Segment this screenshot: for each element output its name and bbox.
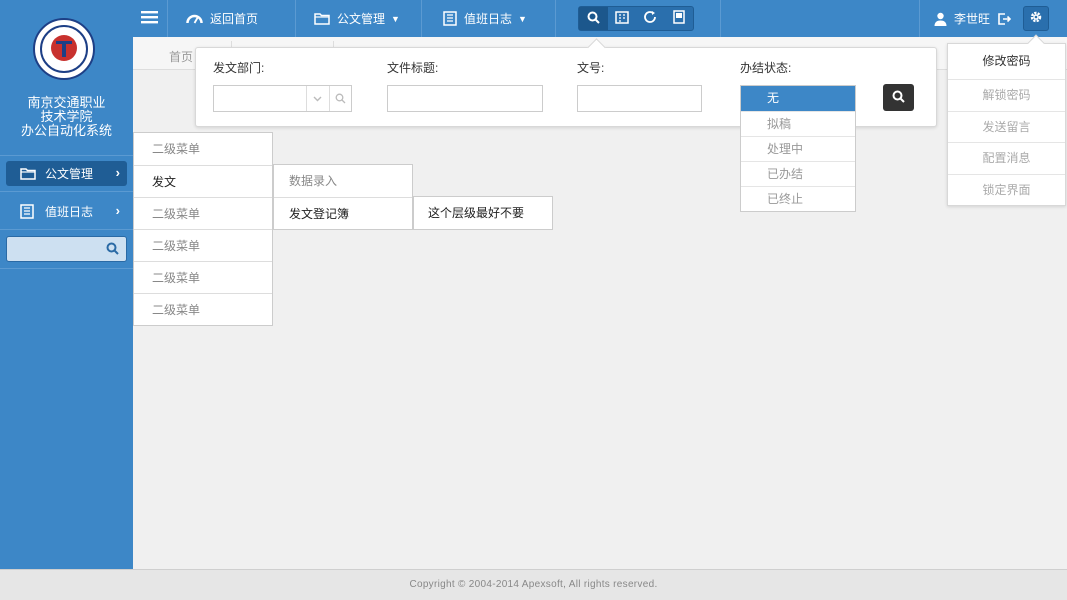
search-button[interactable] [883,84,914,111]
hamburger-icon [141,10,158,27]
menu-toggle-button[interactable] [141,0,158,37]
sidebar: 南京交通职业 技术学院 办公自动化系统 公文管理 › 值班日志 › [0,0,133,569]
top-navbar: 返回首页 公文管理 ▼ 值班日志 ▼ 李世旺 [133,0,1067,37]
gear-icon [1029,10,1043,27]
chevron-right-icon: › [115,165,120,180]
user-name: 李世旺 [954,12,991,26]
menu-item[interactable]: 这个层级最好不要 [414,197,552,229]
home-label: 返回首页 [210,12,259,26]
search-toggle-button[interactable] [579,7,608,30]
school-name-line-1: 南京交通职业 [27,95,106,110]
form-button[interactable] [608,7,637,30]
menu-item[interactable]: 二级菜单 [134,133,272,165]
chevron-down-icon[interactable] [306,86,328,111]
chevron-right-icon: › [115,203,120,218]
doc-management-label: 公文管理 [337,12,386,26]
home-link[interactable]: 返回首页 [186,0,258,37]
submenu-level-2: 数据录入 发文登记簿 [273,164,413,230]
lock-screen-item[interactable]: 锁定界面 [948,173,1065,206]
divider [720,0,721,37]
status-option[interactable]: 已办结 [741,161,855,186]
status-option[interactable]: 处理中 [741,136,855,161]
caret-down-icon: ▼ [391,13,400,24]
dept-label: 发文部门: [213,61,265,75]
menu-item[interactable]: 二级菜单 [134,197,272,229]
refresh-button[interactable] [636,7,665,30]
status-label: 办结状态: [740,61,792,75]
search-icon[interactable] [329,86,351,111]
form-icon [615,10,629,27]
title-label: 文件标题: [387,61,439,75]
docno-label: 文号: [577,61,605,75]
sidebar-item-label: 值班日志 [45,205,94,219]
status-dropdown: 无 拟稿 处理中 已办结 已终止 [740,85,856,212]
status-option[interactable]: 已终止 [741,186,855,211]
duty-log-label: 值班日志 [464,12,513,26]
system-title: 南京交通职业 技术学院 办公自动化系统 [0,96,133,138]
sidebar-item-duty-log[interactable]: 值班日志 › [6,199,127,224]
menu-item-register[interactable]: 发文登记簿 [274,197,412,229]
unlock-password-item[interactable]: 解锁密码 [948,79,1065,111]
divider [0,191,133,192]
status-option[interactable]: 拟稿 [741,111,855,136]
settings-button[interactable] [1023,6,1049,31]
dept-select[interactable] [213,85,352,112]
folder-icon [20,167,38,180]
status-option[interactable]: 无 [741,86,855,111]
divider [421,0,422,37]
school-emblem-icon [33,18,95,80]
submenu-level-3: 这个层级最好不要 [413,196,553,230]
system-name-line: 办公自动化系统 [20,123,112,138]
menu-item[interactable]: 二级菜单 [134,293,272,325]
doc-management-menu[interactable]: 公文管理 ▼ [314,0,400,37]
search-icon[interactable] [106,242,119,258]
user-menu[interactable]: 李世旺 [934,0,1012,37]
copyright-text: Copyright © 2004-2014 Apexsoft, All righ… [409,579,658,590]
archive-button[interactable] [665,7,694,30]
config-message-item[interactable]: 配置消息 [948,142,1065,174]
sidebar-item-label: 公文管理 [45,167,94,181]
search-icon [587,11,600,27]
change-password-item[interactable]: 修改密码 [948,44,1065,79]
caret-down-icon: ▼ [518,13,527,24]
user-icon [934,12,947,26]
search-icon [892,90,905,106]
divider [295,0,296,37]
send-message-item[interactable]: 发送留言 [948,110,1065,143]
title-input[interactable] [387,85,543,112]
docno-input[interactable] [577,85,702,112]
book-icon [443,11,457,26]
toolbar-button-group [578,6,694,31]
breadcrumb-home-link[interactable]: 首页 [169,48,193,65]
archive-icon [672,10,686,27]
sidebar-search-input[interactable] [6,236,127,262]
logout-icon[interactable] [998,12,1012,25]
divider [0,155,133,156]
menu-item[interactable]: 二级菜单 [134,261,272,293]
dashboard-icon [186,12,203,25]
folder-icon [314,12,330,25]
submenu-level-1: 二级菜单 发文 二级菜单 二级菜单 二级菜单 二级菜单 [133,132,273,326]
footer: Copyright © 2004-2014 Apexsoft, All righ… [0,569,1067,600]
school-name-line-2: 技术学院 [40,109,93,124]
menu-item-send-doc[interactable]: 发文 [134,165,272,197]
divider [919,0,920,37]
divider [0,229,133,230]
settings-menu: 修改密码 解锁密码 发送留言 配置消息 锁定界面 [947,43,1066,207]
divider [167,0,168,37]
book-icon [20,204,38,219]
divider [0,268,133,269]
refresh-icon [643,10,657,27]
duty-log-menu[interactable]: 值班日志 ▼ [443,0,527,37]
menu-item[interactable]: 二级菜单 [134,229,272,261]
sidebar-item-doc-management[interactable]: 公文管理 › [6,161,127,186]
menu-item-data-entry[interactable]: 数据录入 [274,165,412,197]
divider [555,0,556,37]
